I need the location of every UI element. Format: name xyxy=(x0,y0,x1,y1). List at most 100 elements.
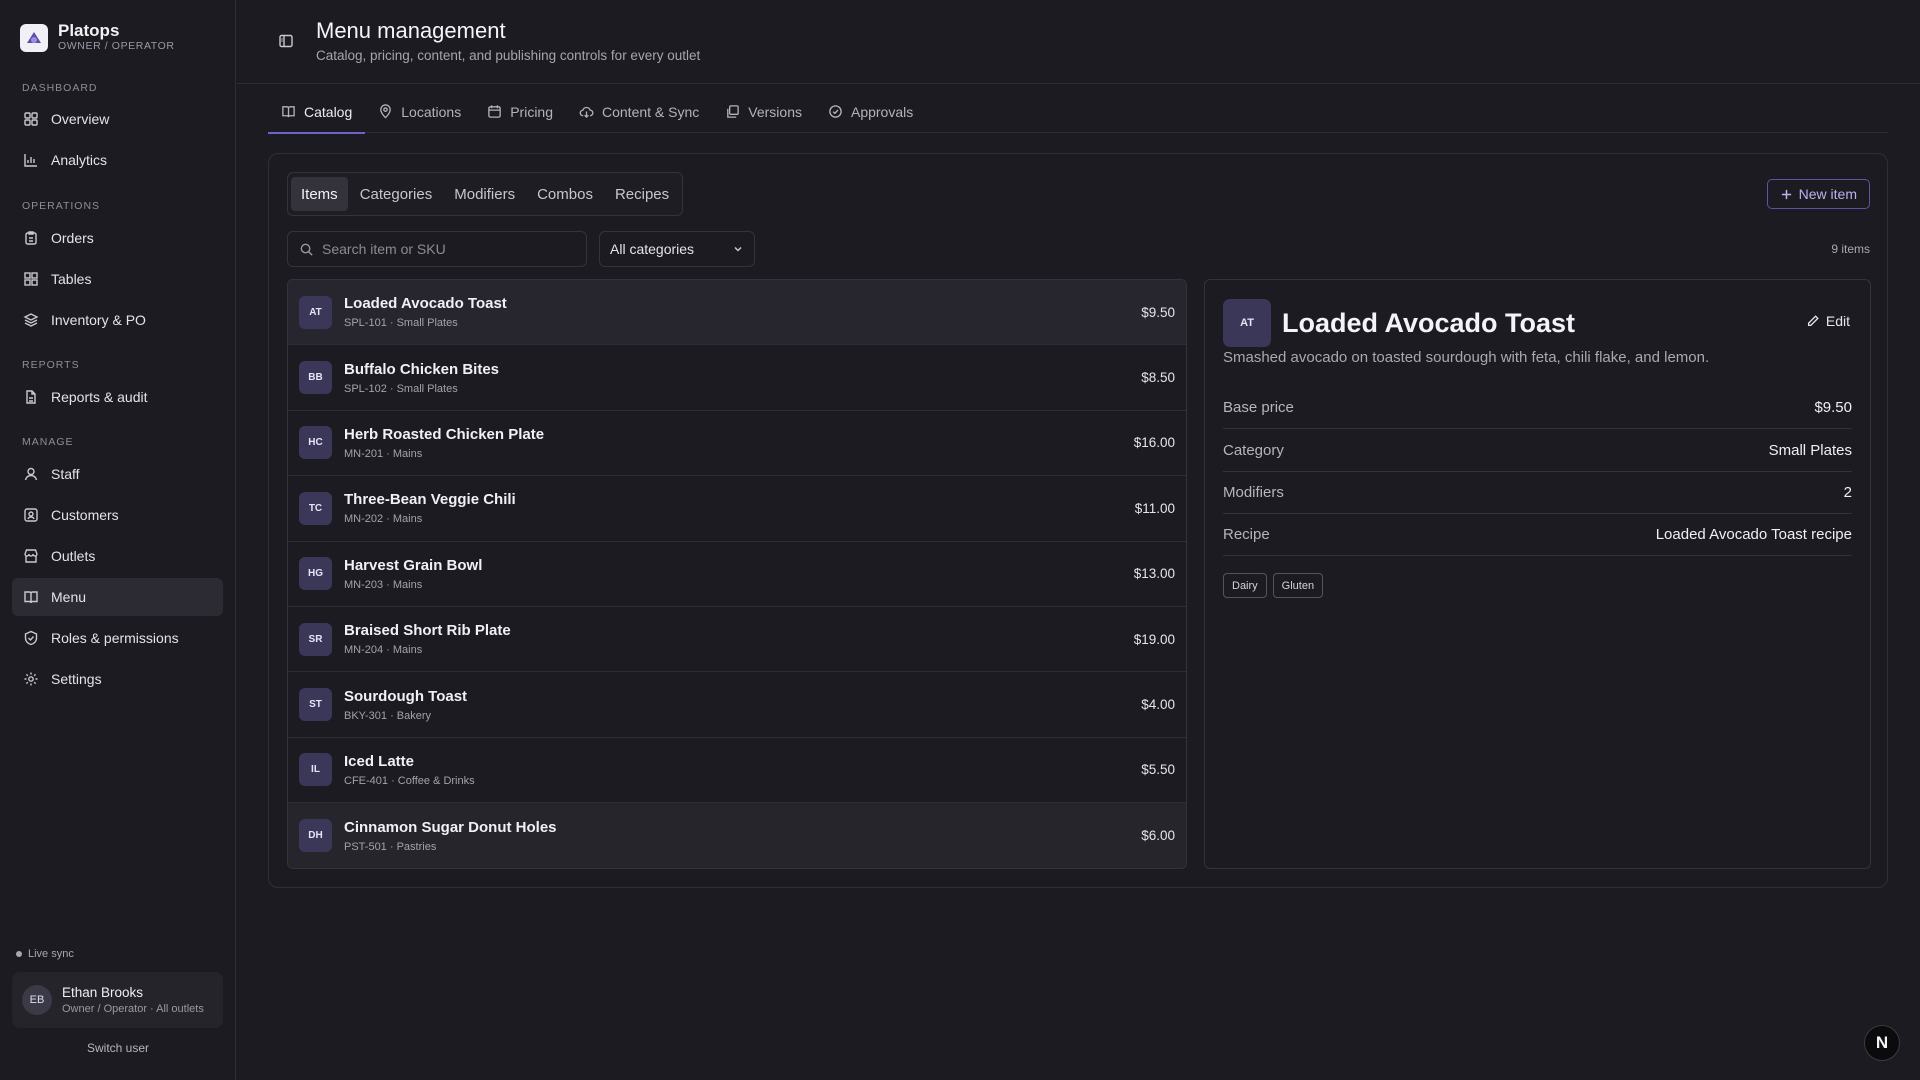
table-row[interactable]: HG Harvest Grain Bowl MN-203 · Mains $13.… xyxy=(288,542,1186,607)
item-name: Sourdough Toast xyxy=(344,687,468,705)
live-sync-label: Live sync xyxy=(28,948,74,960)
edit-button[interactable]: Edit xyxy=(1806,313,1850,329)
table-row[interactable]: SR Braised Short Rib Plate MN-204 · Mains… xyxy=(288,607,1186,673)
sidebar-item-label: Roles & permissions xyxy=(51,630,179,646)
sidebar-item-roles[interactable]: Roles & permissions xyxy=(12,619,223,657)
sidebar-item-staff[interactable]: Staff xyxy=(12,455,223,493)
floating-action-button[interactable]: N xyxy=(1864,1025,1900,1061)
sidebar-item-menu[interactable]: Menu xyxy=(12,578,223,616)
detail-field-base-price: Base price $9.50 xyxy=(1223,387,1852,429)
page-title: Menu management xyxy=(316,18,506,43)
clipboard-icon xyxy=(23,230,39,246)
item-price: $11.00 xyxy=(1134,500,1175,516)
table-row[interactable]: IL Iced Latte CFE-401 · Coffee & Drinks $… xyxy=(288,738,1186,804)
store-icon xyxy=(23,548,39,564)
tab-label: Catalog xyxy=(304,103,353,120)
cloud-sync-icon xyxy=(579,104,594,119)
item-meta: MN-204 · Mains xyxy=(344,644,423,657)
table-row[interactable]: TC Three-Bean Veggie Chili MN-202 · Mains… xyxy=(288,476,1186,542)
sidebar-item-reports[interactable]: Reports & audit xyxy=(12,378,223,416)
tab-content-sync[interactable]: Content & Sync xyxy=(566,90,712,133)
item-initials-badge: HC xyxy=(299,426,332,460)
page-header: Menu management Catalog, pricing, conten… xyxy=(237,0,1920,84)
brand[interactable]: Platops OWNER / OPERATOR xyxy=(20,22,175,53)
new-item-button[interactable]: New item xyxy=(1766,179,1870,209)
item-name: Braised Short Rib Plate xyxy=(344,622,511,640)
book-icon xyxy=(23,589,39,605)
subtab-combos[interactable]: Combos xyxy=(527,177,603,211)
tab-bar: Catalog Locations Pricing Content & Sync… xyxy=(268,90,1888,134)
sidebar: Platops OWNER / OPERATOR DASHBOARD Overv… xyxy=(0,0,236,1080)
live-sync-indicator: Live sync xyxy=(16,948,74,960)
pencil-icon xyxy=(1806,314,1820,328)
tab-catalog[interactable]: Catalog xyxy=(268,90,366,134)
field-value: Small Plates xyxy=(1768,442,1852,459)
detail-title: Loaded Avocado Toast xyxy=(1282,308,1576,338)
sidebar-item-outlets[interactable]: Outlets xyxy=(12,537,223,575)
item-name: Herb Roasted Chicken Plate xyxy=(344,425,545,443)
item-meta: MN-201 · Mains xyxy=(344,447,423,460)
sidebar-item-customers[interactable]: Customers xyxy=(12,496,223,534)
allergen-tags: Dairy Gluten xyxy=(1223,573,1324,598)
table-row[interactable]: DH Cinnamon Sugar Donut Holes PST-501 · P… xyxy=(288,803,1186,868)
search-input[interactable] xyxy=(322,241,572,257)
item-detail-panel: AT Loaded Avocado Toast Edit Smashed avo… xyxy=(1204,279,1871,869)
table-row[interactable]: AT Loaded Avocado Toast SPL-101 · Small P… xyxy=(288,280,1186,346)
item-name: Loaded Avocado Toast xyxy=(344,295,507,313)
item-price: $8.50 xyxy=(1141,370,1175,386)
brand-name: Platops xyxy=(58,21,120,40)
section-reports: REPORTS xyxy=(22,359,80,371)
sidebar-item-label: Outlets xyxy=(51,548,96,564)
tab-label: Content & Sync xyxy=(602,103,700,120)
subtab-items[interactable]: Items xyxy=(291,177,348,211)
plus-icon xyxy=(1780,188,1793,201)
sidebar-item-label: Customers xyxy=(51,507,119,523)
brand-logo-icon xyxy=(20,23,48,52)
item-name: Cinnamon Sugar Donut Holes xyxy=(344,818,557,836)
document-icon xyxy=(23,389,39,405)
user-name: Ethan Brooks xyxy=(62,985,144,1000)
switch-user-button[interactable]: Switch user xyxy=(0,1041,236,1055)
item-initials-badge: IL xyxy=(299,753,332,787)
subtab-modifiers[interactable]: Modifiers xyxy=(444,177,525,211)
user-card[interactable]: EB Ethan Brooks Owner / Operator · All o… xyxy=(12,972,223,1028)
table-row[interactable]: HC Herb Roasted Chicken Plate MN-201 · Ma… xyxy=(288,411,1186,477)
sidebar-item-settings[interactable]: Settings xyxy=(12,660,223,698)
tab-locations[interactable]: Locations xyxy=(365,90,474,133)
sidebar-item-label: Reports & audit xyxy=(51,389,148,405)
tab-pricing[interactable]: Pricing xyxy=(474,90,566,133)
tab-versions[interactable]: Versions xyxy=(712,90,815,133)
chevron-down-icon xyxy=(732,243,744,255)
table-row[interactable]: ST Sourdough Toast BKY-301 · Bakery $4.00 xyxy=(288,672,1186,738)
item-price: $5.50 xyxy=(1141,762,1175,778)
item-meta: SPL-101 · Small Plates xyxy=(344,317,458,330)
field-label: Modifiers xyxy=(1223,484,1284,501)
item-name: Iced Latte xyxy=(344,752,415,770)
shield-icon xyxy=(23,630,39,646)
search-field[interactable] xyxy=(287,231,587,267)
item-initials-badge: DH xyxy=(299,819,332,853)
grid-icon xyxy=(23,111,39,127)
table-row[interactable]: BB Buffalo Chicken Bites SPL-102 · Small … xyxy=(288,345,1186,411)
sidebar-item-orders[interactable]: Orders xyxy=(12,219,223,257)
category-filter-value: All categories xyxy=(610,241,695,257)
layers-icon xyxy=(23,312,39,328)
tab-approvals[interactable]: Approvals xyxy=(815,90,926,133)
sidebar-item-label: Menu xyxy=(51,589,87,605)
category-filter-select[interactable]: All categories xyxy=(599,231,755,267)
sidebar-item-analytics[interactable]: Analytics xyxy=(12,141,223,179)
sidebar-item-label: Inventory & PO xyxy=(51,312,146,328)
subtab-categories[interactable]: Categories xyxy=(350,177,443,211)
tab-label: Locations xyxy=(401,103,462,120)
tables-grid-icon xyxy=(23,271,39,287)
sidebar-item-overview[interactable]: Overview xyxy=(12,100,223,138)
tag-dairy: Dairy xyxy=(1223,573,1267,598)
tab-label: Versions xyxy=(748,103,802,120)
sidebar-toggle-icon[interactable] xyxy=(278,33,294,49)
sidebar-item-inventory[interactable]: Inventory & PO xyxy=(12,301,223,339)
section-operations: OPERATIONS xyxy=(22,200,101,212)
item-initials-badge: AT xyxy=(299,295,332,329)
sidebar-item-tables[interactable]: Tables xyxy=(12,260,223,298)
subtab-recipes[interactable]: Recipes xyxy=(605,177,679,211)
sidebar-item-label: Tables xyxy=(51,271,92,287)
